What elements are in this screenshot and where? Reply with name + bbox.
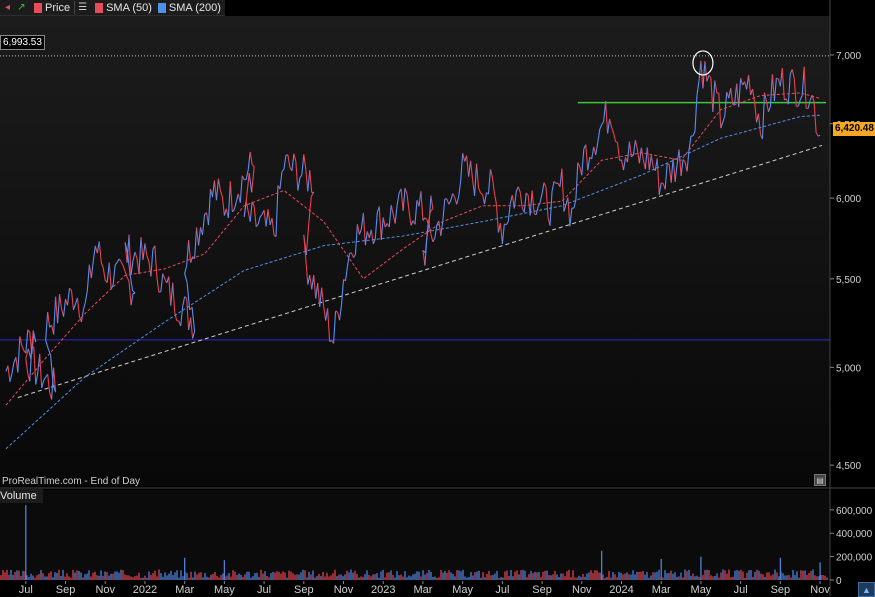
x-tick-label: 2023 <box>371 584 395 596</box>
x-tick-label: Sep <box>56 584 76 596</box>
sma50-swatch <box>95 3 103 13</box>
y-tick-label: 6,000 <box>836 194 861 205</box>
volume-legend: Volume <box>0 489 43 503</box>
sma200-legend-label: SMA (200) <box>169 2 221 14</box>
volume-legend-label: Volume <box>0 490 37 502</box>
x-tick-label: Sep <box>771 584 791 596</box>
x-tick-label: Nov <box>334 584 354 596</box>
x-tick-label: Nov <box>95 584 115 596</box>
x-tick-label: Sep <box>294 584 314 596</box>
x-tick-label: Nov <box>810 584 830 596</box>
x-tick-label: Jul <box>734 584 748 596</box>
price-segment <box>661 183 663 184</box>
x-tick-label: Jul <box>19 584 33 596</box>
scale-toggle-icon[interactable]: ▤ <box>814 474 826 486</box>
y-tick-label: 7,000 <box>836 51 861 62</box>
price-legend-label: Price <box>45 2 70 14</box>
price-panel-bg <box>0 16 830 486</box>
x-tick-label: Mar <box>652 584 671 596</box>
volume-tick-label: 600,000 <box>836 506 873 517</box>
x-tick-label: Jul <box>495 584 509 596</box>
data-credit: ProRealTime.com - End of Day <box>2 476 140 487</box>
x-tick-label: Sep <box>532 584 552 596</box>
sma200-swatch <box>158 3 166 13</box>
price-segment <box>32 346 34 347</box>
y-tick-label: 4,500 <box>836 461 861 472</box>
y-tick-label: 5,500 <box>836 275 861 286</box>
x-tick-label: Jul <box>257 584 271 596</box>
x-tick-label: 2022 <box>133 584 157 596</box>
volume-tick-label: 0 <box>836 576 842 587</box>
x-tick-label: 2024 <box>609 584 633 596</box>
x-tick-label: May <box>691 584 712 596</box>
price-marker-tag: 6,993.53 <box>0 35 45 50</box>
last-price-tag: 6,420.48 <box>833 122 875 136</box>
volume-tick-label: 200,000 <box>836 553 873 564</box>
volume-tick-label: 400,000 <box>836 529 873 540</box>
chart-svg[interactable]: 4,5005,0005,5006,0006,5007,0000200,00040… <box>0 0 875 596</box>
price-swatch <box>34 3 42 13</box>
x-tick-label: Mar <box>175 584 194 596</box>
chart-legend: ◂ ↗ Price ☰ SMA (50) SMA (200) <box>0 0 225 16</box>
collapse-icon[interactable]: ◂ <box>1 1 14 14</box>
x-tick-label: May <box>452 584 473 596</box>
trend-icon[interactable]: ↗ <box>15 1 28 14</box>
menu-icon[interactable]: ☰ <box>76 1 89 14</box>
scroll-up-icon[interactable]: ▲ <box>858 582 875 597</box>
sma50-legend-label: SMA (50) <box>106 2 152 14</box>
x-tick-label: May <box>214 584 235 596</box>
y-tick-label: 5,000 <box>836 363 861 374</box>
volume-panel-bg <box>0 490 830 580</box>
x-tick-label: Mar <box>413 584 432 596</box>
x-tick-label: Nov <box>572 584 592 596</box>
